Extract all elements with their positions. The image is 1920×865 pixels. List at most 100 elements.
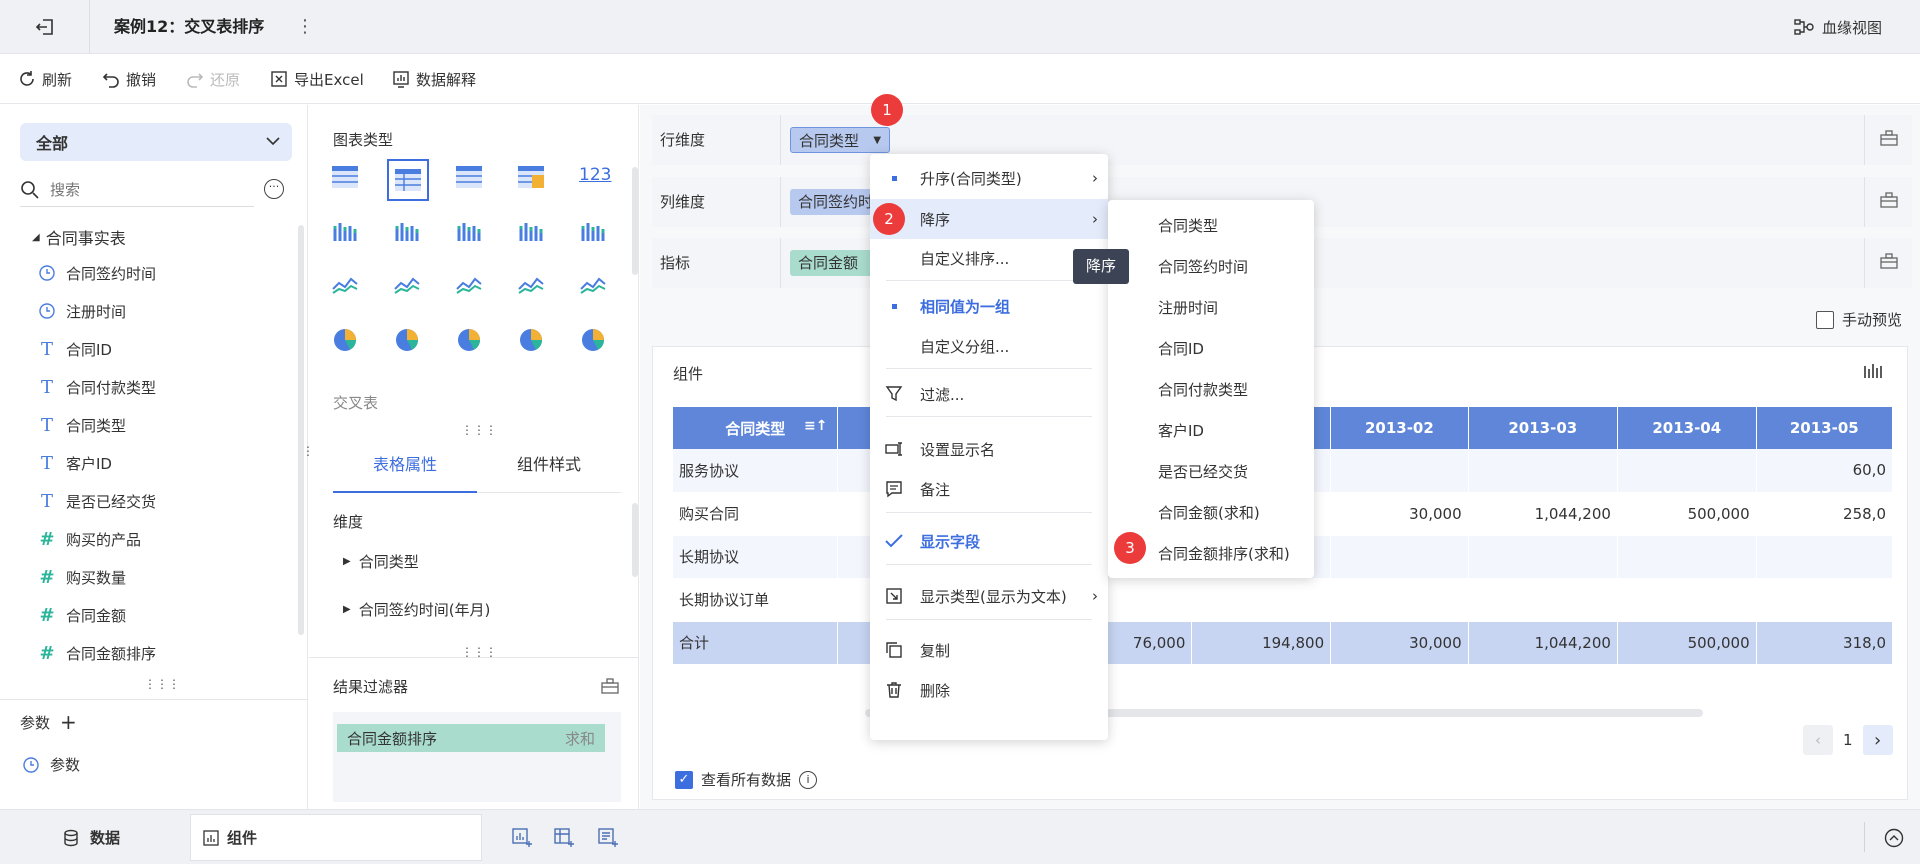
submenu-item[interactable]: 合同ID xyxy=(1108,329,1314,369)
field-item[interactable]: # 购买数量 xyxy=(38,559,126,595)
more-options-icon[interactable]: ··· xyxy=(264,179,284,199)
filter-settings-icon[interactable] xyxy=(601,678,619,694)
next-page-button[interactable]: › xyxy=(1862,725,1893,755)
field-item[interactable]: T 客户ID xyxy=(38,445,112,481)
field-item[interactable]: 合同签约时间 xyxy=(38,255,156,291)
data-explain-button[interactable]: 数据解释 xyxy=(392,54,476,104)
menu-item-display-name[interactable]: 设置显示名 xyxy=(870,431,1108,467)
panel-resize-handle[interactable]: ⋮ xyxy=(302,444,314,458)
add-table-icon[interactable] xyxy=(554,828,574,848)
rose-icon[interactable] xyxy=(455,327,485,357)
crosstab-type-icon[interactable] xyxy=(387,159,429,201)
metric-pill[interactable]: 合同金额 xyxy=(790,250,880,276)
dim-item[interactable]: ▶ 合同签约时间(年月) xyxy=(343,599,490,620)
field-item[interactable]: # 购买的产品 xyxy=(38,521,141,557)
exit-button[interactable] xyxy=(0,0,90,54)
pie-icon[interactable] xyxy=(331,327,361,357)
chart-scrollbar[interactable] xyxy=(632,167,638,275)
menu-item-ascending[interactable]: 升序(合同类型) › xyxy=(870,160,1108,196)
tab-component[interactable]: 组件 xyxy=(190,814,482,861)
dropdown-triangle-icon[interactable]: ▼ xyxy=(873,128,881,154)
wave-icon[interactable] xyxy=(331,273,361,303)
manual-preview-toggle[interactable]: 手动预览 xyxy=(1816,309,1902,330)
menu-item-custom-group[interactable]: 自定义分组... xyxy=(870,328,1108,364)
field-item[interactable]: # 合同金额 xyxy=(38,597,126,633)
info-icon[interactable]: i xyxy=(799,770,818,789)
grouped-bar-icon[interactable] xyxy=(393,219,423,249)
scatter-icon[interactable] xyxy=(517,327,547,357)
column-chart-icon[interactable] xyxy=(455,219,485,249)
prev-page-button[interactable]: ‹ xyxy=(1803,725,1833,755)
tab-table-props[interactable]: 表格属性 xyxy=(333,437,477,493)
field-item[interactable]: T 是否已经交货 xyxy=(38,483,156,519)
zone-settings-icon[interactable] xyxy=(1880,253,1898,269)
bubble-icon[interactable] xyxy=(579,327,609,357)
resize-handle[interactable]: ⋮⋮⋮ xyxy=(144,677,180,691)
dim-item[interactable]: ▶ 合同类型 xyxy=(343,551,419,572)
number-kpi-icon[interactable]: 123 xyxy=(579,165,611,195)
menu-item-delete[interactable]: 删除 xyxy=(870,672,1108,708)
redo-button[interactable]: 还原 xyxy=(186,54,240,104)
scrollbar[interactable] xyxy=(298,225,304,635)
radar-icon[interactable] xyxy=(455,273,485,303)
chart-toggle-icon[interactable] xyxy=(1863,363,1883,381)
manual-preview-checkbox[interactable] xyxy=(1816,310,1834,329)
field-item[interactable]: T 合同类型 xyxy=(38,407,126,443)
add-param-icon[interactable]: + xyxy=(60,710,77,734)
column-dimension-pill[interactable]: 合同签约时 xyxy=(790,189,880,215)
submenu-item[interactable]: 是否已经交货 xyxy=(1108,452,1314,492)
field-item[interactable]: # 合同金额排序 xyxy=(38,635,156,671)
field-item[interactable]: 注册时间 xyxy=(38,293,126,329)
scope-select[interactable]: 全部 xyxy=(20,123,292,161)
card-type-icon[interactable] xyxy=(517,165,547,195)
submenu-item[interactable]: 合同签约时间 xyxy=(1108,247,1314,287)
line-icon[interactable] xyxy=(393,273,423,303)
collapse-up-icon[interactable] xyxy=(1884,828,1904,848)
row-dimension-pill[interactable]: 合同类型 ▼ xyxy=(790,127,891,154)
menu-item-descending[interactable]: 降序 › xyxy=(870,199,1108,239)
menu-item-show-field[interactable]: 显示字段 xyxy=(870,523,1108,559)
menu-item-copy[interactable]: 复制 xyxy=(870,632,1108,668)
filter-pill[interactable]: 合同金额排序 求和 xyxy=(337,724,605,752)
submenu-item[interactable]: 注册时间 xyxy=(1108,288,1314,328)
lineage-view-button[interactable]: 血缘视图 xyxy=(1794,0,1882,54)
donut-icon[interactable] xyxy=(393,327,423,357)
field-item[interactable]: T 合同ID xyxy=(38,331,112,367)
table-type-icon[interactable] xyxy=(331,165,361,195)
grouped-table-icon[interactable] xyxy=(455,165,485,195)
horizontal-bar-icon[interactable] xyxy=(517,219,547,249)
sort-icon[interactable]: ≡↑ xyxy=(804,418,827,434)
menu-item-remark[interactable]: 备注 xyxy=(870,471,1108,507)
undo-button[interactable]: 撤销 xyxy=(102,54,156,104)
filter-drop-zone[interactable]: 合同金额排序 求和 xyxy=(333,712,621,802)
field-item[interactable]: T 合同付款类型 xyxy=(38,369,156,405)
props-scrollbar[interactable] xyxy=(632,503,638,577)
view-all-data[interactable]: ✓ 查看所有数据 i xyxy=(675,769,818,790)
more-vertical-icon[interactable]: ⋮ xyxy=(296,16,314,37)
table-node[interactable]: ◢ 合同事实表 xyxy=(32,225,126,249)
header-first-cell[interactable]: 合同类型 ≡↑ xyxy=(673,407,839,449)
refresh-button[interactable]: 刷新 xyxy=(18,54,72,104)
search-box[interactable] xyxy=(20,173,254,207)
export-excel-button[interactable]: 导出Excel xyxy=(270,54,364,104)
gauge-icon[interactable] xyxy=(579,273,609,303)
submenu-item[interactable]: 合同金额(求和) xyxy=(1108,493,1314,533)
menu-item-display-type[interactable]: 显示类型(显示为文本) › xyxy=(870,578,1108,614)
menu-item-filter[interactable]: 过滤... xyxy=(870,376,1108,412)
add-filter-icon[interactable] xyxy=(598,828,618,848)
tab-data[interactable]: 数据 xyxy=(62,810,120,865)
tab-component-style[interactable]: 组件样式 xyxy=(477,437,621,493)
stacked-bar-icon[interactable] xyxy=(331,219,361,249)
row-dimension-zone[interactable]: 行维度 合同类型 ▼ xyxy=(652,115,1912,165)
menu-item-group-same[interactable]: 相同值为一组 xyxy=(870,288,1108,324)
submenu-item[interactable]: 客户ID xyxy=(1108,411,1314,451)
zone-settings-icon[interactable] xyxy=(1880,130,1898,146)
zone-settings-icon[interactable] xyxy=(1880,192,1898,208)
area-icon[interactable] xyxy=(517,273,547,303)
param-item[interactable]: 参数 xyxy=(22,754,80,775)
add-chart-icon[interactable] xyxy=(512,828,532,848)
search-input[interactable] xyxy=(50,180,230,199)
view-all-checkbox[interactable]: ✓ xyxy=(675,770,693,789)
submenu-item[interactable]: 合同类型 xyxy=(1108,206,1314,246)
resize-handle[interactable]: ⋮⋮⋮ xyxy=(461,423,497,437)
